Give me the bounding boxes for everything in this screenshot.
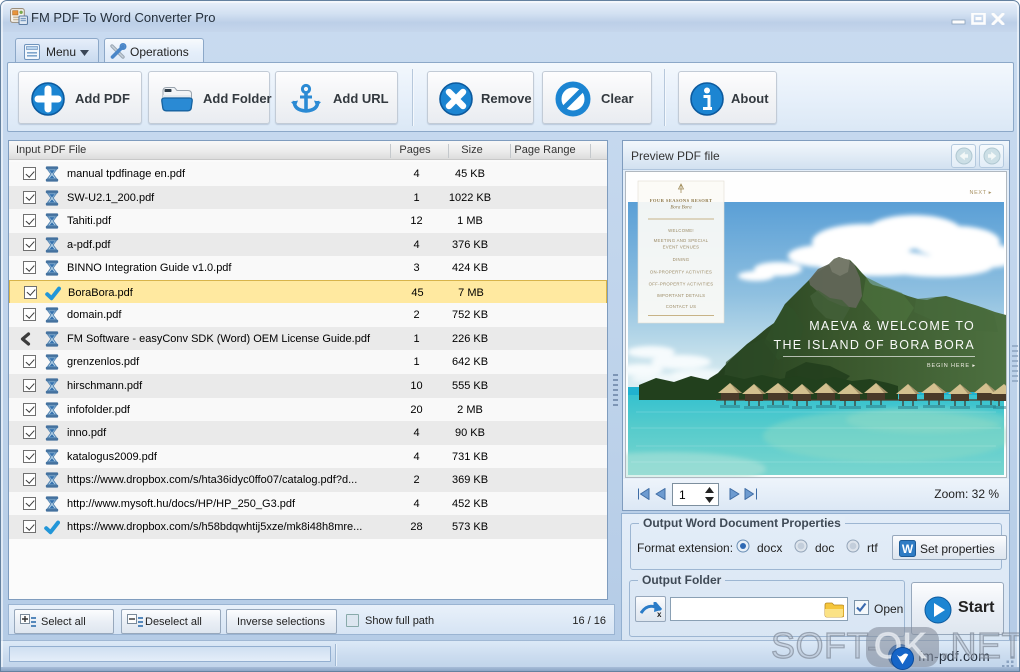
svg-text:THE ISLAND OF BORA BORA: THE ISLAND OF BORA BORA	[774, 338, 975, 352]
svg-text:x: x	[657, 610, 662, 618]
svg-text:EVENT VENUES: EVENT VENUES	[663, 245, 700, 250]
svg-text:CONTACT US: CONTACT US	[666, 304, 697, 309]
svg-text:FOUR SEASONS RESORT: FOUR SEASONS RESORT	[650, 198, 713, 203]
svg-text:W: W	[902, 542, 914, 556]
svg-text:Bora Bora: Bora Bora	[670, 206, 692, 211]
svg-text:WELCOME!: WELCOME!	[668, 228, 694, 233]
svg-text:IMPORTANT DETAILS: IMPORTANT DETAILS	[657, 293, 706, 298]
svg-text:BEGIN HERE ▸: BEGIN HERE ▸	[927, 363, 976, 369]
svg-text:DINING: DINING	[673, 257, 690, 262]
svg-text:MEETING AND SPECIAL: MEETING AND SPECIAL	[654, 238, 709, 243]
svg-text:NEXT ▸: NEXT ▸	[970, 190, 992, 196]
svg-text:OFF-PROPERTY ACTIVITIES: OFF-PROPERTY ACTIVITIES	[649, 282, 714, 287]
svg-text:ON-PROPERTY ACTIVITIES: ON-PROPERTY ACTIVITIES	[650, 270, 712, 275]
svg-text:MAEVA & WELCOME TO: MAEVA & WELCOME TO	[809, 319, 975, 333]
